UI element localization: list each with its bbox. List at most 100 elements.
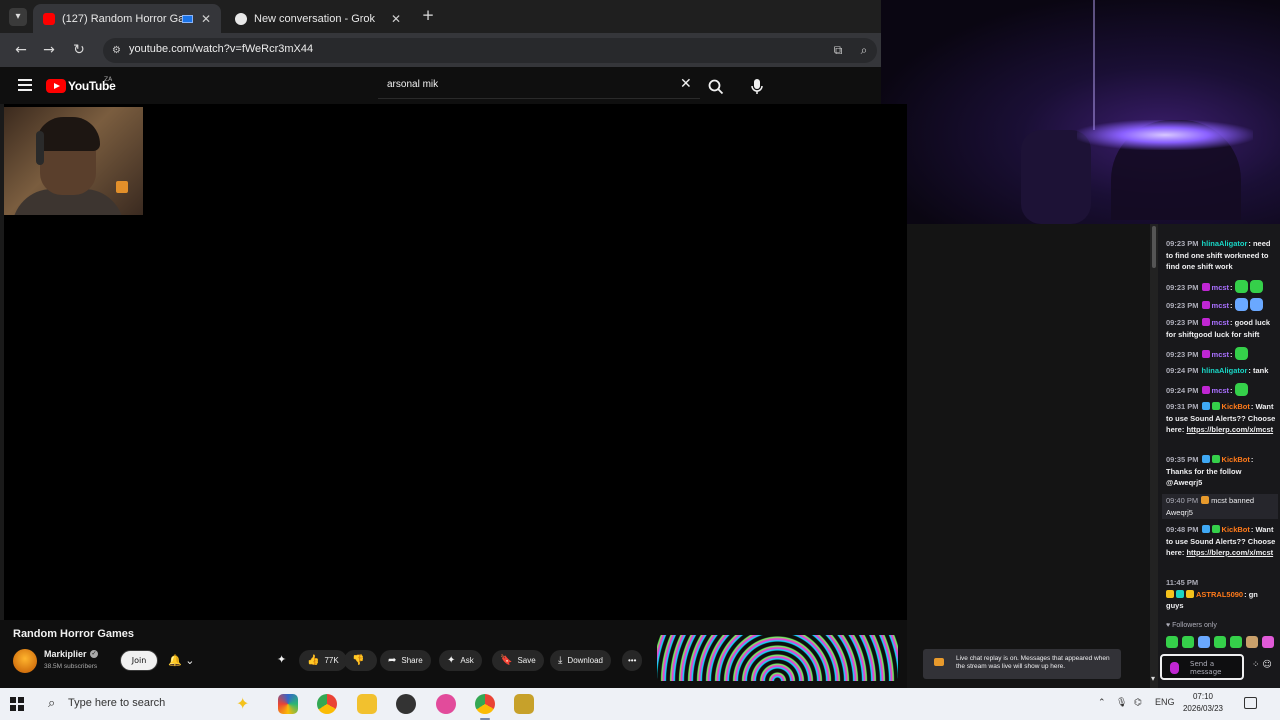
channel-name[interactable]: Markiplier <box>44 649 87 659</box>
notification-bell-button[interactable]: 🔔 ⌄ <box>164 650 204 671</box>
address-bar[interactable]: ⚙ youtube.com/watch?v=fWeRcr3mX44 ⧉ ⌕ <box>103 38 877 63</box>
channel-avatar[interactable] <box>13 649 37 673</box>
voice-search-button[interactable] <box>744 73 770 99</box>
youtube-logo[interactable]: YouTube ZA <box>46 76 116 94</box>
chat-scrollbar[interactable] <box>1150 224 1158 688</box>
emote-icon[interactable] <box>1166 636 1178 648</box>
message-link[interactable]: https://blerp.com/x/mcst <box>1186 548 1273 557</box>
video-info: Random Horror Games Markiplier ✓ 38.5M s… <box>0 620 907 688</box>
chat-collapse-icon[interactable]: ▾ <box>1151 674 1155 683</box>
share-button[interactable]: ➦ Share <box>380 650 431 671</box>
windows-start-icon[interactable] <box>10 697 24 711</box>
chat-message-input[interactable]: Send a message <box>1160 654 1244 680</box>
chrome-icon[interactable] <box>317 694 337 714</box>
message-user[interactable]: mcst <box>1212 318 1230 327</box>
clear-search-icon[interactable]: ✕ <box>680 76 692 92</box>
ask-button[interactable]: ✦ Ask <box>439 650 482 671</box>
emote-icon[interactable] <box>1182 636 1194 648</box>
close-tab-icon[interactable]: ✕ <box>389 12 403 26</box>
install-app-icon[interactable]: ⧉ <box>830 42 846 58</box>
search-highlight-icon: ✦ <box>236 694 250 713</box>
file-explorer-icon[interactable] <box>357 694 377 714</box>
snipping-tool-icon[interactable] <box>436 694 456 714</box>
ad-banner[interactable] <box>657 635 898 681</box>
tab-youtube[interactable]: (127) Random Horror Game ✕ <box>33 4 221 33</box>
emote-icon <box>1234 383 1248 396</box>
zoom-icon[interactable]: ⌕ <box>856 42 872 58</box>
taskbar-search-box[interactable]: ⌕ Type here to search ✦ <box>36 688 266 720</box>
message-user[interactable]: KickBot <box>1222 525 1250 534</box>
message-user[interactable]: mcst <box>1212 283 1230 292</box>
download-button[interactable]: ⤓ Download <box>550 650 611 671</box>
game-app-icon[interactable] <box>514 694 534 714</box>
show-hidden-icons-icon[interactable]: ⌃ <box>1098 697 1106 708</box>
emote-bar <box>1166 636 1278 650</box>
reload-icon[interactable]: ↻ <box>70 41 88 59</box>
message-user[interactable]: KickBot <box>1222 455 1250 464</box>
network-icon[interactable]: ⌬ <box>1134 697 1142 708</box>
chat-replay-notice: Live chat replay is on. Messages that ap… <box>923 649 1121 679</box>
more-actions-button[interactable]: ••• <box>622 650 643 671</box>
clock[interactable]: 07:10 2026/03/23 <box>1180 691 1226 715</box>
chat-input-placeholder: Send a message <box>1190 660 1222 676</box>
emote-icon[interactable] <box>1214 636 1226 648</box>
bookmark-icon: 🔖 <box>500 655 513 666</box>
message-user[interactable]: hlinaAligator <box>1202 239 1248 248</box>
emote-icon[interactable] <box>1198 636 1210 648</box>
browser-window: ▾ (127) Random Horror Game ✕ New convers… <box>0 0 881 104</box>
gold-badge-icon <box>1186 589 1194 598</box>
copilot-icon[interactable] <box>278 694 298 714</box>
chat-panel-background <box>907 224 1150 688</box>
chat-scrollbar-thumb[interactable] <box>1152 226 1156 268</box>
search-button[interactable] <box>706 77 726 97</box>
chat-tools-icon[interactable]: ⁘ ☺ <box>1252 660 1272 670</box>
message-user[interactable]: mcst <box>1212 301 1230 310</box>
save-label: Save <box>517 656 536 665</box>
close-tab-icon[interactable]: ✕ <box>199 12 213 26</box>
bot-badge-icon <box>1201 525 1210 533</box>
join-button[interactable]: Join <box>120 650 158 671</box>
chat-message: 09:23 PM mcst: good luck for shiftgood lu… <box>1166 317 1276 340</box>
back-arrow-icon[interactable]: ← <box>12 41 30 59</box>
message-user[interactable]: hlinaAligator <box>1202 366 1248 375</box>
chrome-profile-icon[interactable] <box>475 694 495 720</box>
tab-title: (127) Random Horror Game <box>62 12 182 25</box>
save-button[interactable]: 🔖 Save <box>492 650 544 671</box>
country-code: ZA <box>104 76 113 83</box>
chat-message: 11:45 PM ASTRAL5090: gn guys <box>1166 577 1276 612</box>
emote-icon[interactable] <box>1246 636 1258 648</box>
like-button[interactable]: 👍 77K <box>299 650 347 671</box>
emote-icon[interactable] <box>1262 636 1274 648</box>
message-link[interactable]: https://blerp.com/x/mcst <box>1186 425 1273 434</box>
forward-arrow-icon[interactable]: → <box>40 41 58 59</box>
language-indicator[interactable]: ENG <box>1155 697 1175 707</box>
message-user[interactable]: mcst <box>1212 386 1230 395</box>
menu-icon[interactable] <box>18 79 32 91</box>
search-input[interactable]: arsonal mik ✕ <box>378 73 700 99</box>
notification-icon[interactable] <box>1244 697 1257 709</box>
subscriber-badge-icon <box>1201 301 1210 309</box>
message-user[interactable]: mcst <box>1212 350 1230 359</box>
emote-icon[interactable] <box>1230 636 1242 648</box>
tab-search-button[interactable]: ▾ <box>9 8 27 26</box>
monitor-glow <box>1077 120 1253 150</box>
subscriber-badge-icon <box>1201 318 1210 326</box>
microphone-tray-icon[interactable]: 🎙 <box>1116 697 1127 708</box>
message-user[interactable]: KickBot <box>1222 402 1250 411</box>
message-user[interactable]: ASTRAL5090 <box>1196 590 1243 599</box>
chat-replay-text: Live chat replay is on. Messages that ap… <box>956 655 1110 670</box>
thanks-icon[interactable]: ✦ <box>277 653 291 667</box>
ask-label: Ask <box>460 656 474 665</box>
dislike-button[interactable]: 👎 <box>344 650 378 671</box>
emote-icon <box>1249 298 1263 311</box>
new-tab-button[interactable]: + <box>420 8 436 24</box>
facecam-lamp <box>116 181 128 193</box>
video-player[interactable] <box>4 104 907 620</box>
bot-badge-icon <box>1201 402 1210 410</box>
followers-only-label: ♥ Followers only <box>1166 622 1217 629</box>
message-time: 09:48 PM <box>1166 525 1199 534</box>
facecam-hair <box>36 117 100 151</box>
site-info-icon[interactable]: ⚙ <box>110 44 123 57</box>
tab-grok[interactable]: New conversation - Grok ✕ <box>225 4 411 33</box>
obs-icon[interactable] <box>396 694 416 714</box>
